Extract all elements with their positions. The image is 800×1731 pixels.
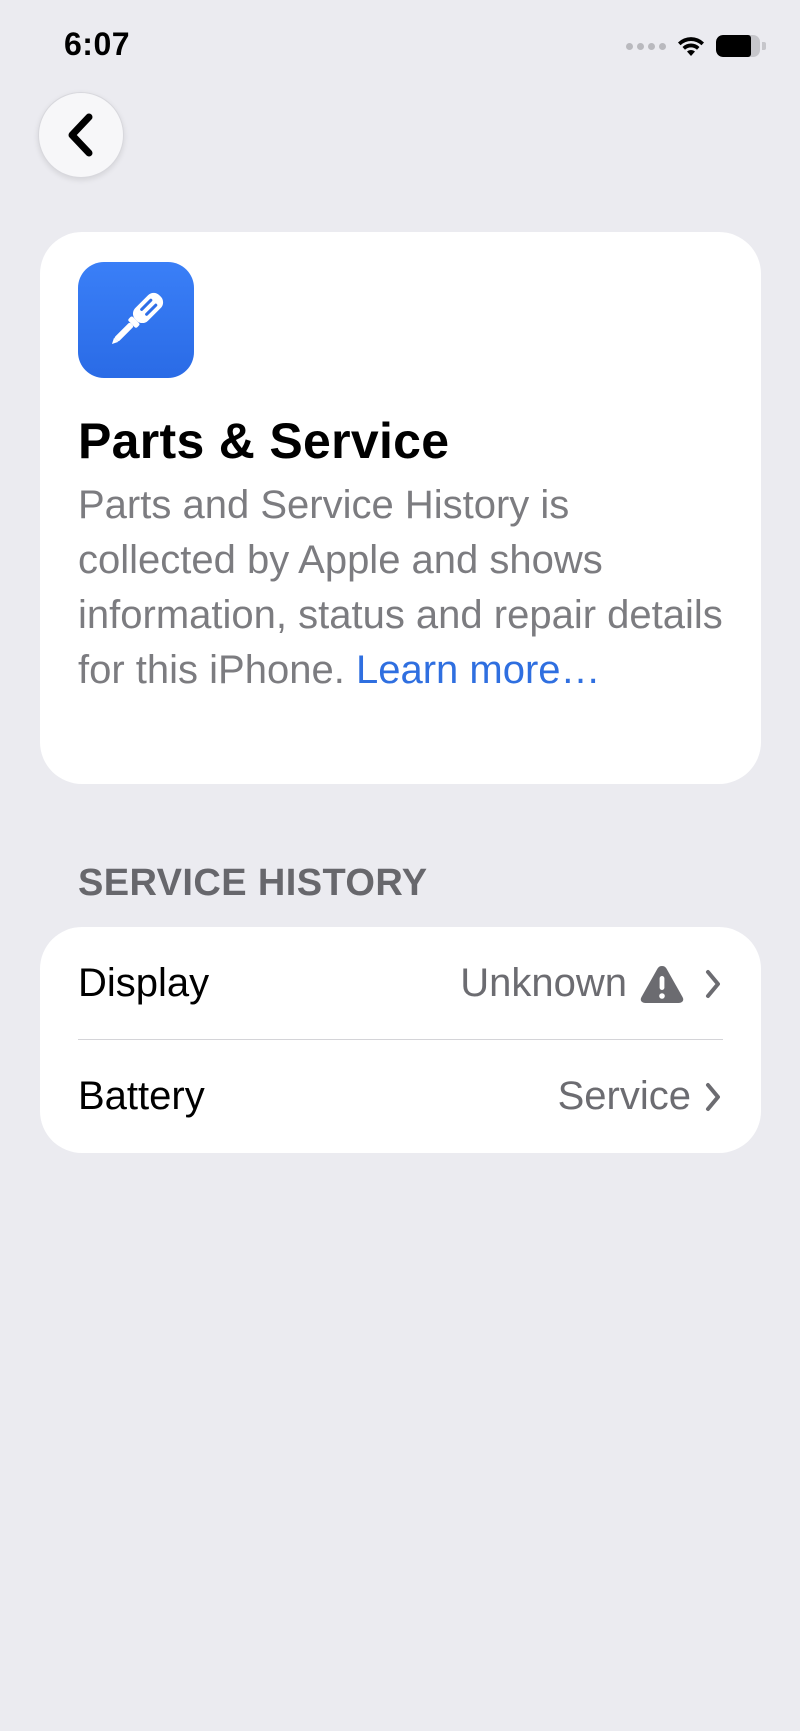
row-label: Battery: [78, 1074, 205, 1118]
service-history-header: SERVICE HISTORY: [78, 862, 428, 904]
chevron-right-icon: [703, 968, 723, 1000]
page-title: Parts & Service: [78, 413, 450, 469]
card-description: Parts and Service History is collected b…: [78, 478, 723, 698]
status-bar: 6:07: [0, 0, 800, 100]
row-value: Unknown: [460, 961, 627, 1005]
wifi-icon: [678, 37, 704, 56]
service-row-display[interactable]: Display Unknown: [40, 927, 761, 1040]
battery-icon: [716, 35, 766, 57]
service-row-battery[interactable]: Battery Service: [40, 1040, 761, 1153]
warning-triangle-icon: [639, 963, 685, 1005]
row-label: Display: [78, 961, 210, 1005]
screwdriver-icon: [78, 262, 194, 378]
status-icons: [626, 34, 766, 58]
row-value: Service: [557, 1074, 691, 1118]
back-button[interactable]: [38, 92, 124, 178]
chevron-left-icon: [68, 113, 93, 157]
signal-dots-icon: [626, 42, 666, 50]
status-time: 6:07: [64, 26, 131, 62]
chevron-right-icon: [703, 1081, 723, 1113]
parts-service-info-card: Parts & Service Parts and Service Histor…: [40, 232, 761, 784]
service-history-list: Display Unknown Battery Service: [40, 927, 761, 1153]
learn-more-link[interactable]: Learn more…: [356, 648, 601, 692]
